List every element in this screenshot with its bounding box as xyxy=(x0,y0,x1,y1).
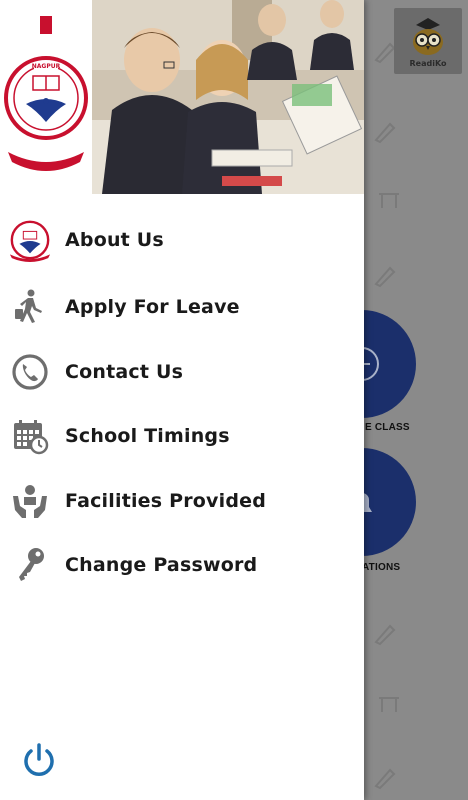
menu-item-label: Facilities Provided xyxy=(65,489,267,512)
pencil-doodle-icon xyxy=(374,624,396,646)
logo-city-text: NAGPUR xyxy=(32,63,61,70)
school-logo-icon xyxy=(8,218,52,262)
menu-item-school-timings[interactable]: School Timings xyxy=(0,404,364,469)
menu-item-label: School Timings xyxy=(65,425,230,448)
menu-item-contact-us[interactable]: Contact Us xyxy=(0,340,364,405)
menu-item-label: Contact Us xyxy=(65,360,184,383)
brand-logo: ReadiKo xyxy=(394,8,462,74)
classroom-illustration xyxy=(92,0,364,194)
pencil-doodle-icon xyxy=(374,266,396,288)
drawer-header: NAGPUR xyxy=(0,0,364,194)
desk-doodle-icon xyxy=(379,697,399,712)
school-emblem-icon: NAGPUR xyxy=(4,16,88,171)
menu-item-label: Apply For Leave xyxy=(65,296,240,319)
walking-person-icon xyxy=(8,285,52,329)
hands-person-icon xyxy=(8,479,52,523)
owl-icon xyxy=(413,17,443,55)
brand-label: ReadiKo xyxy=(409,58,447,68)
menu-item-label: Change Password xyxy=(65,554,258,577)
desk-doodle-icon xyxy=(379,193,399,208)
menu-item-label: About Us xyxy=(65,229,164,251)
school-logo: NAGPUR xyxy=(0,0,92,194)
key-icon xyxy=(8,543,52,587)
menu-item-facilities-provided[interactable]: Facilities Provided xyxy=(0,469,364,534)
drawer-menu: About Us Apply For Leave Contact Us Scho… xyxy=(0,205,364,598)
menu-item-change-password[interactable]: Change Password xyxy=(0,533,364,598)
pencil-doodle-icon xyxy=(374,768,396,790)
bg-label-notifications: ATIONS xyxy=(362,562,401,573)
bg-label-class: E CLASS xyxy=(365,422,410,433)
phone-icon xyxy=(8,350,52,394)
menu-item-apply-for-leave[interactable]: Apply For Leave xyxy=(0,275,364,340)
navigation-drawer: NAGPUR About Us Apply For Leave Contact … xyxy=(0,0,364,800)
menu-item-about-us[interactable]: About Us xyxy=(0,205,364,275)
power-icon xyxy=(24,743,54,776)
logout-button[interactable] xyxy=(20,742,58,780)
pencil-doodle-icon xyxy=(374,42,396,64)
calendar-clock-icon xyxy=(8,414,52,458)
pencil-doodle-icon xyxy=(374,122,396,144)
classroom-photo xyxy=(92,0,364,194)
